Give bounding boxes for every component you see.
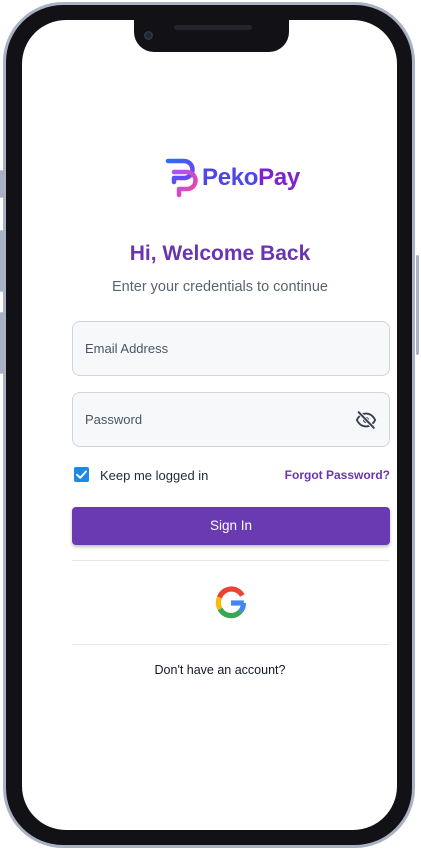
- speaker-grille: [174, 25, 252, 30]
- keep-logged-in-checkbox[interactable]: [74, 467, 89, 482]
- brand-logo: PekoPay: [165, 158, 300, 198]
- camera-icon: [144, 31, 153, 40]
- divider: [72, 644, 390, 645]
- login-card: PekoPay Hi, Welcome Back Enter your cred…: [50, 115, 390, 703]
- forgot-password-link[interactable]: Forgot Password?: [285, 468, 390, 482]
- check-icon: [76, 470, 87, 479]
- side-button-action: [0, 170, 3, 198]
- password-input[interactable]: [85, 393, 345, 446]
- signup-link[interactable]: Don't have an account?: [50, 663, 390, 677]
- email-input[interactable]: [85, 322, 345, 375]
- notch: [134, 20, 289, 52]
- eye-off-icon[interactable]: [355, 409, 377, 431]
- divider: [72, 560, 390, 561]
- brand-name-part2: Pay: [258, 164, 300, 191]
- google-icon[interactable]: [214, 586, 248, 620]
- login-options: Keep me logged in Forgot Password?: [72, 465, 390, 485]
- keep-logged-in-label[interactable]: Keep me logged in: [100, 468, 208, 483]
- brand-name-part1: Peko: [202, 164, 259, 191]
- side-button-volume-up: [0, 230, 3, 292]
- page-title: Hi, Welcome Back: [129, 242, 311, 265]
- side-button-power: [416, 255, 419, 355]
- brand-name: PekoPay: [202, 164, 300, 192]
- pekopay-logo-icon: [165, 158, 198, 198]
- email-field: [72, 321, 390, 376]
- sign-in-button[interactable]: Sign In: [72, 507, 390, 545]
- side-button-volume-down: [0, 312, 3, 374]
- phone-screen: PekoPay Hi, Welcome Back Enter your cred…: [22, 20, 397, 830]
- page-subtitle: Enter your credentials to continue: [111, 279, 328, 295]
- password-field: [72, 392, 390, 447]
